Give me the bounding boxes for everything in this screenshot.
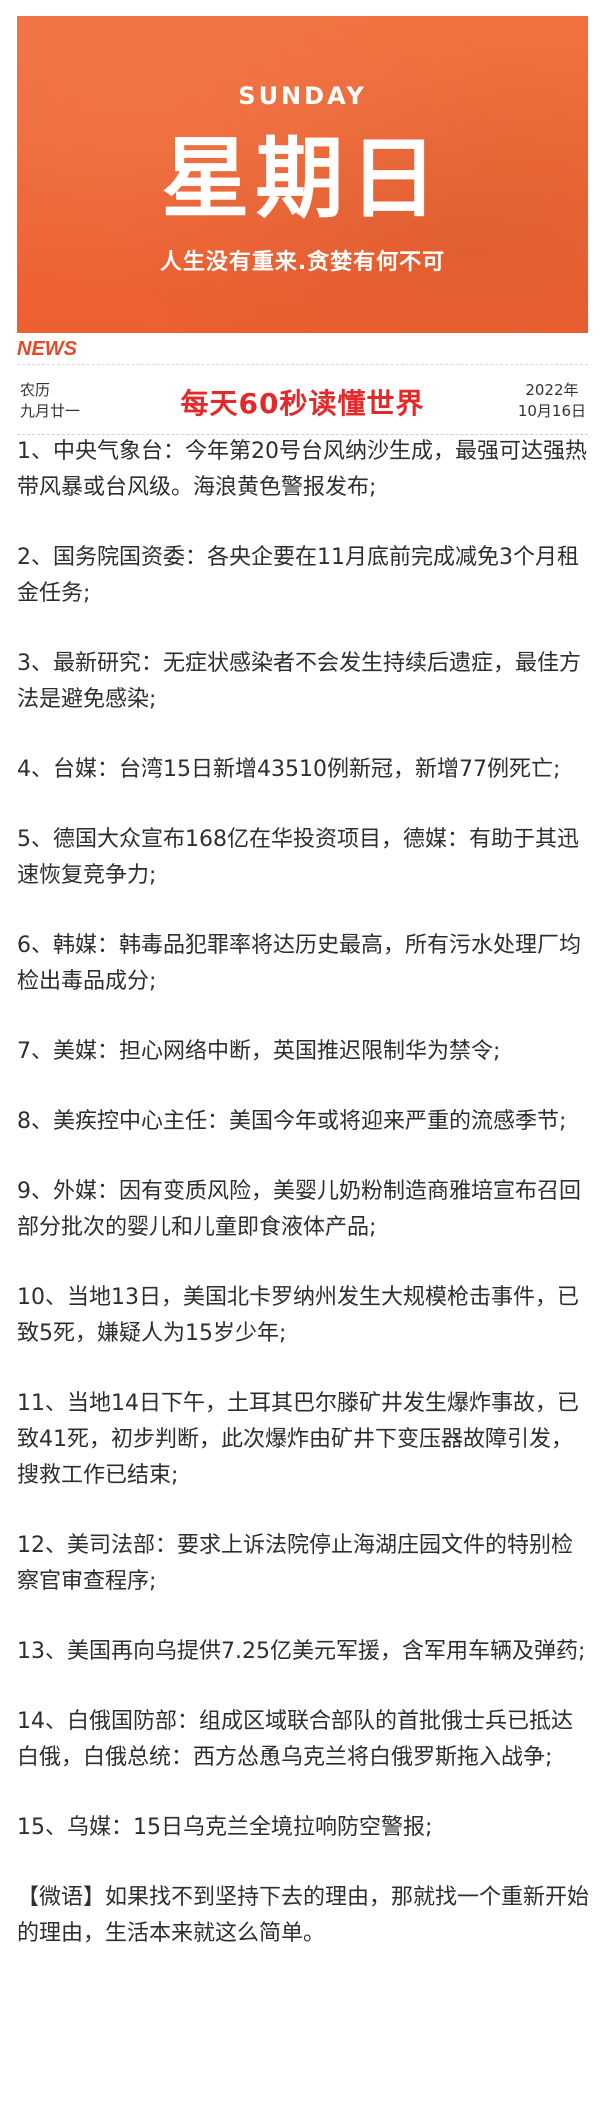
news-item: 5、德国大众宣布168亿在华投资项目，德媒：有助于其迅速恢复竞争力; <box>17 827 579 888</box>
year-label: 2022年 <box>525 381 579 399</box>
news-item: 1、中央气象台：今年第20号台风纳沙生成，最强可达强热带风暴或台风级。海浪黄色警… <box>17 439 587 500</box>
news-list: 1、中央气象台：今年第20号台风纳沙生成，最强可达强热带风暴或台风级。海浪黄色警… <box>17 434 589 1986</box>
news-item: 12、美司法部：要求上诉法院停止海湖庄园文件的特别检察官审查程序; <box>17 1533 573 1594</box>
banner-day-english: SUNDAY <box>238 82 367 110</box>
news-item: 2、国务院国资委：各央企要在11月底前完成减免3个月租金任务; <box>17 545 579 606</box>
news-item: 14、白俄国防部：组成区域联合部队的首批俄士兵已抵达白俄，白俄总统：西方怂恿乌克… <box>17 1709 573 1770</box>
banner-motto: 人生没有重来.贪婪有何不可 <box>159 250 446 275</box>
news-item: 9、外媒：因有变质风险，美婴儿奶粉制造商雅培宣布召回部分批次的婴儿和儿童即食液体… <box>17 1179 581 1240</box>
gregorian-date-block: 2022年 10月16日 <box>518 380 586 422</box>
page-title: 每天60秒读懂世界 <box>180 387 425 420</box>
news-item: 4、台媒：台湾15日新增43510例新冠，新增77例死亡; <box>17 757 561 782</box>
news-item: 11、当地14日下午，土耳其巴尔滕矿井发生爆炸事故，已致41死，初步判断，此次爆… <box>17 1391 579 1488</box>
banner-day-chinese: 星期日 <box>161 126 444 230</box>
date-label: 10月16日 <box>517 402 586 420</box>
news-item: 6、韩媒：韩毒品犯罪率将达历史最高，所有污水处理厂均检出毒品成分; <box>17 933 581 994</box>
news-item: 8、美疾控中心主任：美国今年或将迎来严重的流感季节; <box>17 1109 567 1134</box>
news-item: 7、美媒：担心网络中断，英国推迟限制华为禁令; <box>17 1039 501 1064</box>
news-item: 10、当地13日，美国北卡罗纳州发生大规模枪击事件，已致5死，嫌疑人为15岁少年… <box>17 1285 579 1346</box>
news-label: NEWS <box>17 338 77 360</box>
divider-top <box>17 364 588 365</box>
news-item: 3、最新研究：无症状感染者不会发生持续后遗症，最佳方法是避免感染; <box>17 651 581 712</box>
daily-quote: 【微语】如果找不到坚持下去的理由，那就找一个重新开始的理由，生活本来就这么简单。 <box>17 1885 590 1946</box>
date-header: 农历 九月廿一 每天60秒读懂世界 2022年 10月16日 <box>17 372 588 434</box>
news-item: 13、美国再向乌提供7.25亿美元军援，含军用车辆及弹药; <box>17 1639 586 1664</box>
header-banner-image: SUNDAY 星期日 人生没有重来.贪婪有何不可 <box>17 16 588 333</box>
news-item: 15、乌媒：15日乌克兰全境拉响防空警报; <box>17 1815 433 1840</box>
